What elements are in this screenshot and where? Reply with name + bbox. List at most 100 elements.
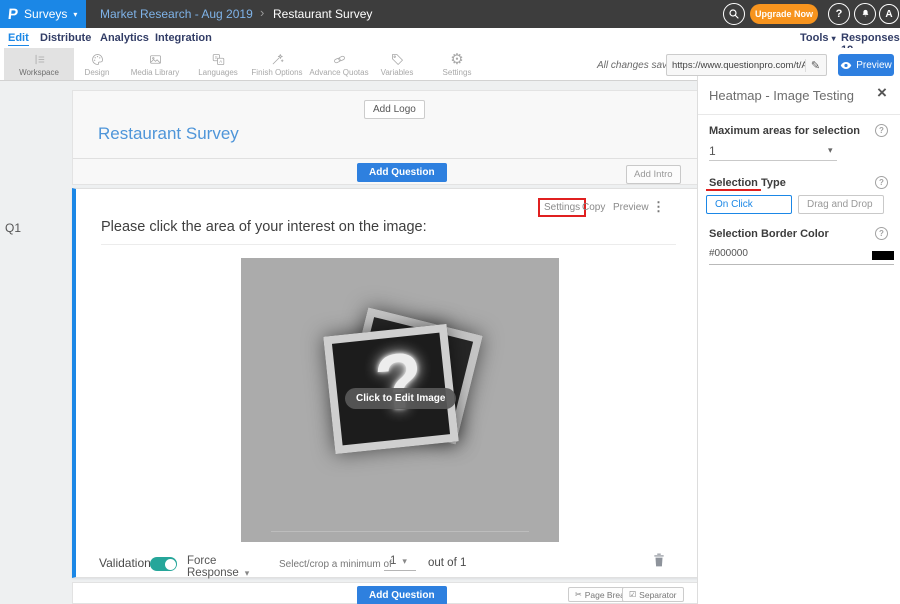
panel-title: Heatmap - Image Testing <box>709 88 854 103</box>
help-icon: ? <box>879 229 884 238</box>
border-color-underline <box>709 264 894 265</box>
trash-icon <box>652 552 666 568</box>
help-icon: ? <box>879 178 884 187</box>
toolbar-item-settings[interactable]: ⚙ Settings <box>422 48 492 80</box>
tools-menu[interactable]: Tools ▾ <box>800 32 836 44</box>
question-settings-panel: Heatmap - Image Testing × Maximum areas … <box>697 76 900 604</box>
border-color-label: Selection Border Color <box>709 228 829 240</box>
header-divider <box>73 158 699 159</box>
image-icon <box>148 52 163 67</box>
toolbar-item-label: Variables <box>381 68 414 77</box>
close-icon[interactable]: × <box>877 83 887 103</box>
separator-button[interactable]: ☑ Separator <box>622 587 684 602</box>
validation-label: Validation <box>99 556 151 570</box>
panel-divider <box>698 114 900 115</box>
tab-analytics[interactable]: Analytics <box>100 32 149 44</box>
tab-edit[interactable]: Edit <box>8 32 29 46</box>
survey-title[interactable]: Restaurant Survey <box>98 124 239 144</box>
question-copy-button[interactable]: Copy <box>582 202 605 213</box>
survey-url-field[interactable]: https://www.questionpro.com/t/APNrFZ ✎ <box>666 54 827 76</box>
toolbar-divider <box>0 80 702 81</box>
border-color-help-button[interactable]: ? <box>875 227 888 240</box>
selection-type-drag-drop-button[interactable]: Drag and Drop <box>798 195 884 214</box>
search-icon <box>728 8 740 20</box>
svg-text:A: A <box>219 59 222 64</box>
question-card: Settings Copy Preview ⋮ Please click the… <box>72 188 700 578</box>
account-avatar[interactable]: A <box>879 4 899 24</box>
help-button[interactable]: ? <box>828 3 850 25</box>
selection-type-help-button[interactable]: ? <box>875 176 888 189</box>
heatmap-image-placeholder[interactable]: ? Click to Edit Image <box>241 258 559 542</box>
toolbar-item-label: Finish Options <box>251 68 302 77</box>
add-intro-button[interactable]: Add Intro <box>626 165 681 184</box>
add-logo-button[interactable]: Add Logo <box>364 100 425 119</box>
survey-nav: Edit Distribute Analytics Integration To… <box>0 28 900 48</box>
edit-url-pencil-icon[interactable]: ✎ <box>805 59 825 72</box>
tab-integration[interactable]: Integration <box>155 32 212 44</box>
survey-url-value: https://www.questionpro.com/t/APNrFZ <box>667 60 805 71</box>
preview-button-label: Preview <box>856 60 892 71</box>
tab-distribute[interactable]: Distribute <box>40 32 91 44</box>
delete-question-button[interactable] <box>652 552 666 573</box>
upgrade-now-button[interactable]: Upgrade Now <box>750 4 818 24</box>
chevron-down-icon: ▾ <box>832 34 836 43</box>
tools-label: Tools <box>800 32 829 44</box>
add-question-button-bottom[interactable]: Add Question <box>357 586 447 604</box>
add-question-button-top[interactable]: Add Question <box>357 163 447 182</box>
min-value: 1 <box>384 555 396 567</box>
breadcrumb-current: Restaurant Survey <box>273 7 372 21</box>
help-icon: ? <box>836 8 843 20</box>
question-more-menu-kebab-icon[interactable]: ⋮ <box>652 199 665 215</box>
question-preview-button[interactable]: Preview <box>613 202 649 213</box>
border-color-value[interactable]: #000000 <box>709 248 748 259</box>
chevron-down-icon: ▾ <box>73 10 77 19</box>
separator-label: Separator <box>639 590 676 600</box>
question-number: Q1 <box>5 221 21 235</box>
breadcrumb-chevron-icon: › <box>260 5 264 20</box>
placeholder-baseline <box>271 531 529 532</box>
border-color-swatch[interactable] <box>872 251 894 260</box>
out-of-label: out of 1 <box>428 557 466 569</box>
chain-links-icon <box>332 52 347 67</box>
toolbar-item-label: Settings <box>443 68 472 77</box>
question-text[interactable]: Please click the area of your interest o… <box>101 219 676 245</box>
selection-type-on-click-button[interactable]: On Click <box>706 195 792 214</box>
toolbar-item-label: Workspace <box>19 68 59 77</box>
top-bar: P Surveys ▾ Market Research - Aug 2019 ›… <box>0 0 900 28</box>
preview-button[interactable]: Preview <box>838 54 894 76</box>
workspace-icon <box>32 52 47 67</box>
bell-icon <box>860 8 871 20</box>
tag-icon <box>390 52 405 67</box>
survey-header-card: Add Logo Restaurant Survey Add Question … <box>72 90 700 185</box>
chevron-down-icon: ▾ <box>402 556 407 566</box>
toolbar-item-finish-options[interactable]: Finish Options <box>242 48 312 80</box>
max-areas-dropdown-value[interactable]: 1 <box>709 144 716 158</box>
max-areas-help-button[interactable]: ? <box>875 124 888 137</box>
selection-type-label: Selection Type <box>709 177 786 189</box>
notifications-button[interactable] <box>854 3 876 25</box>
app-root: P Surveys ▾ Market Research - Aug 2019 ›… <box>0 0 900 604</box>
palette-icon <box>90 52 105 67</box>
question-settings-button[interactable]: Settings <box>538 198 586 217</box>
placeholder-question-glyph: ? <box>354 332 443 431</box>
gear-icon: ⚙ <box>450 52 463 67</box>
breadcrumb-parent-link[interactable]: Market Research - Aug 2019 <box>100 7 253 21</box>
toolbar-item-media-library[interactable]: Media Library <box>120 48 190 80</box>
surveys-menu[interactable]: P Surveys ▾ <box>0 0 86 28</box>
toolbar-item-label: Languages <box>198 68 238 77</box>
validation-rule-value: Force Response <box>187 555 239 579</box>
questionpro-logo-icon: P <box>7 6 19 23</box>
chevron-down-icon[interactable]: ▾ <box>828 145 833 156</box>
validation-row: Validation Force Response▾ Select/crop a… <box>76 552 699 579</box>
click-to-edit-image-button[interactable]: Click to Edit Image <box>345 388 456 409</box>
search-button[interactable] <box>723 3 745 25</box>
product-menu-label: Surveys <box>24 7 67 21</box>
separator-icon: ☑ <box>629 590 636 599</box>
max-areas-underline <box>709 160 837 161</box>
validation-rule-dropdown[interactable]: Force Response▾ <box>187 555 273 583</box>
eye-icon <box>840 61 852 70</box>
validation-toggle[interactable] <box>150 557 177 571</box>
toolbar-item-label: Media Library <box>131 68 179 77</box>
next-section-strip: Add Question ✂ Page Break ☑ Separator <box>72 582 700 604</box>
min-value-dropdown[interactable]: 1▾ <box>384 555 416 571</box>
